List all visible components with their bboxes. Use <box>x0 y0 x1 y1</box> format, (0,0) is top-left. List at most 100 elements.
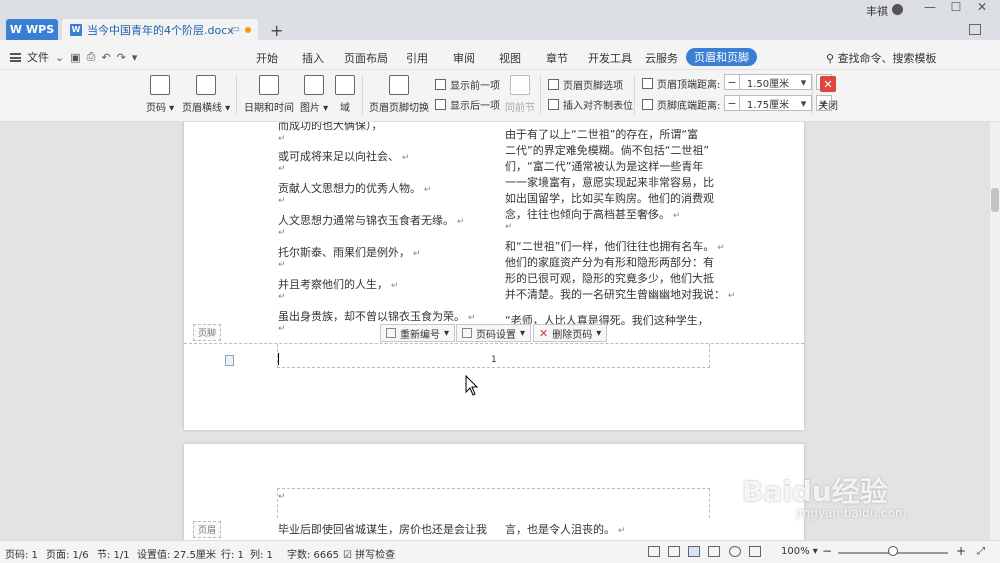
decrease-button[interactable]: − <box>724 74 740 90</box>
reading-view-icon[interactable] <box>668 546 680 557</box>
outline-view-icon[interactable] <box>708 546 720 557</box>
page[interactable]: 而成功的也大俩保）， ↵ 或可成将来足以向社会、 ↵ ↵ 贡献人文思想力的优秀人… <box>184 122 804 430</box>
monitor-icon[interactable]: ▭ <box>231 24 240 35</box>
status-col: 列: 1 <box>250 550 273 561</box>
redo-icon[interactable]: ↷ <box>117 51 126 64</box>
file-menu[interactable]: 文件 <box>27 49 49 65</box>
spell-check-toggle[interactable]: ☑ 拼写检查 <box>343 546 395 561</box>
paragraph-mark-icon: ↵ <box>278 134 286 144</box>
text-line: 由于有了以上“二世祖”的存在，所谓“富 <box>505 128 699 141</box>
page-view-icon[interactable] <box>688 546 700 557</box>
text-line: 们，“富二代”通常被认为是这样一些青年 <box>505 160 704 173</box>
footer-bottom-distance-stepper[interactable]: − 1.75厘米 ▾ + <box>724 95 832 111</box>
wps-home-tab[interactable]: W WPS <box>6 19 58 40</box>
close-header-footer-button[interactable]: ✕ <box>820 76 836 92</box>
menu-home[interactable]: 开始 <box>256 50 278 66</box>
show-previous-icon <box>435 79 446 90</box>
document-tab[interactable]: W 当今中国青年的4个阶层.docx ▭ <box>62 19 258 40</box>
status-word-count[interactable]: 字数: 6665 <box>287 546 339 561</box>
undo-icon[interactable]: ↶ <box>101 51 110 64</box>
picture-button[interactable]: 图片 ▾ <box>300 75 328 114</box>
minimize-button[interactable]: — <box>916 0 944 14</box>
footer-bottom-distance-field[interactable]: 1.75厘米 <box>740 95 796 111</box>
same-as-previous-icon <box>510 75 530 95</box>
dropdown-icon[interactable]: ▾ <box>796 74 812 90</box>
delete-page-number-button[interactable]: ✕ 删除页码 ▾ <box>533 324 608 342</box>
menu-insert[interactable]: 插入 <box>302 50 324 66</box>
menu-developer[interactable]: 开发工具 <box>588 50 632 66</box>
header-footer-switch-button[interactable]: 页眉页脚切换 <box>369 75 429 114</box>
dropdown-icon[interactable]: ▾ <box>796 95 812 111</box>
save-icon[interactable]: ▣ <box>70 51 80 64</box>
menu-references[interactable]: 引用 <box>406 50 428 66</box>
menu-page-layout[interactable]: 页面布局 <box>344 50 388 66</box>
page[interactable]: ↵ 页眉 毕业后即使回省城谋生，房价也还是会让我 言，也是令人沮丧的。 ↵ <box>184 444 804 540</box>
zoom-slider-handle[interactable] <box>888 546 898 556</box>
zoom-in-button[interactable]: + <box>956 544 966 558</box>
hamburger-icon[interactable] <box>10 52 21 62</box>
header-top-distance-label: 页眉顶端距离: <box>642 76 720 91</box>
new-tab-button[interactable]: + <box>270 21 283 40</box>
show-previous-button[interactable]: 显示前一项 <box>435 77 500 92</box>
text-line: 托尔斯泰、雨果们是例外， ↵ <box>278 246 421 259</box>
same-as-previous-button[interactable]: 同前节 <box>505 75 535 114</box>
user-name[interactable]: 丰祺 <box>866 3 888 19</box>
header-top-distance-stepper[interactable]: − 1.50厘米 ▾ + <box>724 74 832 90</box>
eye-protection-icon[interactable] <box>749 546 761 557</box>
search-label: 查找命令、搜索模板 <box>837 52 937 65</box>
paragraph-mark-icon: ↵ <box>278 492 286 502</box>
fullscreen-icon[interactable] <box>648 546 660 557</box>
date-time-button[interactable]: 日期和时间 <box>244 75 294 114</box>
header-top-distance-field[interactable]: 1.50厘米 <box>740 74 796 90</box>
footer-label: 页脚 <box>193 324 222 341</box>
status-pages[interactable]: 页面: 1/6 <box>46 546 89 561</box>
menu-view[interactable]: 视图 <box>499 50 521 66</box>
web-view-icon[interactable] <box>729 546 741 557</box>
menu-review[interactable]: 审阅 <box>453 50 475 66</box>
watermark-url: jingyan.baidu.com <box>796 506 907 520</box>
header-line-label: 页眉横线 <box>182 103 222 114</box>
header-area[interactable] <box>277 488 710 518</box>
paragraph-mark-icon: ↵ <box>278 260 286 270</box>
insert-align-tab-button[interactable]: 插入对齐制表位 <box>548 97 633 112</box>
delete-icon: ✕ <box>539 326 549 340</box>
picture-icon <box>304 75 325 95</box>
vertical-scrollbar[interactable] <box>990 122 1000 540</box>
page-number-settings-button[interactable]: 页码设置 ▾ <box>456 324 532 342</box>
text-line: 一一家境富有，意愿实现起来非常容易，比 <box>505 176 714 189</box>
print-icon[interactable]: ⎙ <box>87 50 96 64</box>
header-label: 页眉 <box>193 521 222 538</box>
zoom-out-button[interactable]: − <box>822 544 832 558</box>
search-command[interactable]: ⚲ 查找命令、搜索模板 <box>826 50 937 66</box>
header-line-button[interactable]: 页眉横线 ▾ <box>182 75 230 114</box>
header-footer-options-button[interactable]: 页眉页脚选项 <box>548 77 623 92</box>
menu-header-footer[interactable]: 页眉和页脚 <box>686 48 757 66</box>
field-label: 域 <box>340 103 350 114</box>
picture-label: 图片 <box>300 103 320 114</box>
footer-page-number[interactable]: 1 <box>491 355 497 365</box>
menu-section[interactable]: 章节 <box>546 50 568 66</box>
wps-tab-label: WPS <box>26 23 55 36</box>
paragraph-mark-icon: ↵ <box>278 324 286 334</box>
footer-options-icon[interactable] <box>225 355 234 366</box>
menu-cloud[interactable]: 云服务 <box>645 50 678 66</box>
expand-statusbar-icon[interactable]: ⤢ <box>977 546 985 557</box>
customize-quick-access-icon[interactable]: ▾ <box>132 51 138 64</box>
chevron-down-icon[interactable]: ⌄ <box>55 51 64 64</box>
page-settings-icon <box>462 328 472 338</box>
show-next-button[interactable]: 显示后一项 <box>435 97 500 112</box>
maximize-button[interactable]: ☐ <box>942 0 970 14</box>
decrease-button[interactable]: − <box>724 95 740 111</box>
zoom-level[interactable]: 100% ▾ <box>781 546 818 557</box>
renumber-button[interactable]: 重新编号 ▾ <box>380 324 456 342</box>
field-button[interactable]: 域 <box>335 75 355 114</box>
close-window-button[interactable]: ✕ <box>968 0 996 14</box>
options-label: 页眉页脚选项 <box>563 81 623 92</box>
spell-check-icon: ☑ <box>343 550 352 561</box>
close-header-footer-label-wrap: 关闭 <box>818 97 838 112</box>
scrollbar-thumb[interactable] <box>991 188 999 212</box>
header-distance-icon <box>642 78 653 89</box>
avatar[interactable] <box>890 2 905 17</box>
page-number-button[interactable]: 页码 ▾ <box>146 75 174 114</box>
sidebar-toggle-icon[interactable] <box>969 24 981 35</box>
